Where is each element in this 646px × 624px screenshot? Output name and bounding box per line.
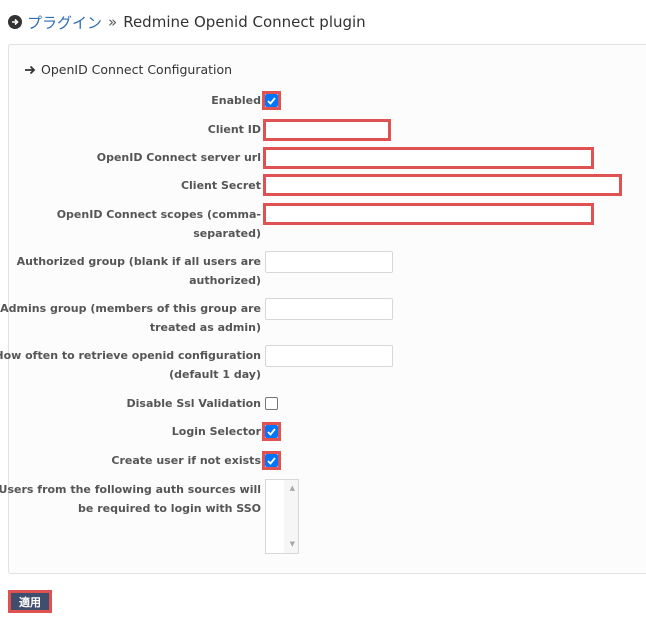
create-user-checkbox[interactable] xyxy=(265,454,278,467)
admins-group-label-line1: Admins group (members of this group are xyxy=(0,302,261,315)
circle-arrow-right-icon xyxy=(8,15,22,29)
client-id-label: Client ID xyxy=(207,123,261,136)
create-user-highlight xyxy=(262,451,281,470)
scopes-label-line1: OpenID Connect scopes (comma- xyxy=(56,208,261,221)
enabled-label: Enabled xyxy=(211,94,261,107)
create-user-label: Create user if not exists xyxy=(111,454,261,467)
enabled-highlight xyxy=(262,91,281,110)
section-legend: OpenID Connect Configuration xyxy=(24,62,232,77)
scroll-down-icon[interactable]: ▼ xyxy=(290,541,295,548)
retrieve-interval-label: How often to retrieve openid configurati… xyxy=(0,347,261,384)
scroll-up-icon[interactable]: ▲ xyxy=(290,485,295,492)
retrieve-interval-input[interactable] xyxy=(265,345,393,367)
client-id-input[interactable] xyxy=(263,119,391,141)
scopes-input[interactable] xyxy=(263,203,594,225)
scopes-label: OpenID Connect scopes (comma- separated) xyxy=(57,206,261,243)
login-selector-label: Login Selector xyxy=(171,425,261,438)
auth-sources-select[interactable]: ▲ ▼ xyxy=(265,479,299,554)
login-selector-checkbox[interactable] xyxy=(265,425,278,438)
apply-button[interactable]: 適用 xyxy=(8,590,52,613)
client-secret-input[interactable] xyxy=(263,174,622,196)
authorized-group-input[interactable] xyxy=(265,251,393,273)
auth-sources-label: Users from the following auth sources wi… xyxy=(0,481,261,518)
retrieve-interval-label-line2: (default 1 day) xyxy=(169,367,261,381)
disable-ssl-checkbox[interactable] xyxy=(265,397,278,410)
retrieve-interval-label-line1: How often to retrieve openid configurati… xyxy=(0,349,261,362)
admins-group-label-line2: treated as admin) xyxy=(149,320,261,334)
server-url-label: OpenID Connect server url xyxy=(96,151,261,164)
breadcrumb: プラグイン » Redmine Openid Connect plugin xyxy=(8,11,366,33)
disable-ssl-label: Disable Ssl Validation xyxy=(126,397,261,410)
server-url-input[interactable] xyxy=(263,147,594,169)
authorized-group-label-line2: authorized) xyxy=(189,273,261,287)
breadcrumb-plugins-link[interactable]: プラグイン xyxy=(27,12,102,33)
auth-sources-label-line2: be required to login with SSO xyxy=(78,501,261,515)
client-secret-label: Client Secret xyxy=(180,179,261,192)
section-title: OpenID Connect Configuration xyxy=(41,62,233,77)
authorized-group-label-line1: Authorized group (blank if all users are xyxy=(16,255,261,268)
enabled-checkbox[interactable] xyxy=(265,94,278,107)
arrow-right-icon xyxy=(24,65,36,75)
breadcrumb-separator: » xyxy=(108,13,118,31)
authorized-group-label: Authorized group (blank if all users are… xyxy=(17,253,261,290)
auth-sources-label-line1: Users from the following auth sources wi… xyxy=(0,483,261,496)
auth-sources-scrollbar[interactable]: ▲ ▼ xyxy=(284,480,298,553)
page-title: Redmine Openid Connect plugin xyxy=(123,13,366,31)
admins-group-input[interactable] xyxy=(265,298,393,320)
admins-group-label: Admins group (members of this group are … xyxy=(0,300,261,337)
login-selector-highlight xyxy=(262,422,281,441)
scopes-label-line2: separated) xyxy=(193,226,261,240)
